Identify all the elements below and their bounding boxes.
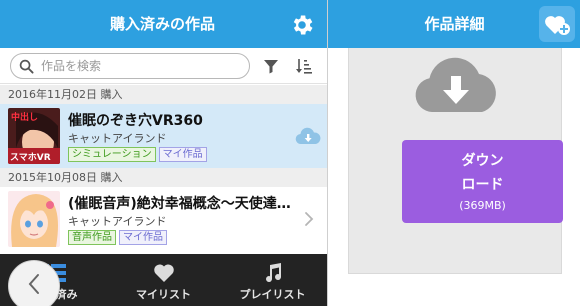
thumbnail-image: 中出し スマホVR <box>8 108 60 164</box>
list-item[interactable]: (催眠音声)絶対幸福概念～天使達… キャットアイランド 音声作品 マイ作品 <box>0 187 327 251</box>
download-size: (369MB) <box>459 199 506 212</box>
right-header: 作品詳細 <box>328 0 580 48</box>
genre-tag: シミュレーション <box>68 147 156 162</box>
heart-icon <box>154 264 174 282</box>
my-work-tag: マイ作品 <box>119 230 167 245</box>
item-author: キャットアイランド <box>68 132 167 145</box>
work-thumbnail <box>8 191 60 247</box>
item-author: キャットアイランド <box>68 215 167 228</box>
sort-icon[interactable] <box>295 57 313 75</box>
tab-playlist[interactable]: プレイリスト <box>218 254 327 306</box>
search-icon <box>19 59 34 74</box>
purchased-works-pane: 購入済みの作品 2016年11月02日 購入 <box>0 0 327 306</box>
my-work-tag: マイ作品 <box>158 147 207 162</box>
item-title: 催眠のぞき穴VR360 <box>68 113 203 129</box>
item-tags: シミュレーション マイ作品 <box>68 147 210 162</box>
thumbnail-image <box>8 191 60 247</box>
genre-tag: 音声作品 <box>68 230 116 245</box>
chevron-left-icon <box>28 274 39 294</box>
tab-label: マイリスト <box>136 288 191 301</box>
add-favorite-button[interactable] <box>539 6 575 42</box>
purchase-date-header: 2016年11月02日 購入 <box>0 85 327 104</box>
download-button[interactable]: ダウン ロード (369MB) <box>402 140 563 223</box>
svg-text:中出し: 中出し <box>11 111 38 123</box>
purchase-date-header: 2015年10月08日 購入 <box>0 168 327 187</box>
item-tags: 音声作品 マイ作品 <box>68 230 170 245</box>
tab-mylist[interactable]: マイリスト <box>109 254 218 306</box>
gear-icon[interactable] <box>289 12 315 38</box>
search-input[interactable] <box>41 56 241 76</box>
download-label-line1: ダウン <box>461 153 504 169</box>
left-header-title: 購入済みの作品 <box>109 15 215 33</box>
search-bar <box>0 48 327 84</box>
music-note-icon <box>266 263 282 283</box>
detail-panel: ダウン ロード (369MB) <box>348 48 563 274</box>
chevron-right-icon[interactable] <box>304 211 314 227</box>
cloud-download-icon <box>415 57 496 112</box>
heart-plus-icon <box>545 16 570 35</box>
search-box[interactable] <box>10 53 250 79</box>
download-label-line2: ロード <box>461 177 504 193</box>
tab-label: プレイリスト <box>239 288 306 301</box>
right-header-title: 作品詳細 <box>424 15 485 33</box>
item-title: (催眠音声)絶対幸福概念～天使達… <box>68 196 291 212</box>
work-thumbnail: 中出し スマホVR <box>8 108 60 164</box>
list-item[interactable]: 中出し スマホVR 催眠のぞき穴VR360 キャットアイランド シミュレーション… <box>0 104 327 168</box>
left-header: 購入済みの作品 <box>0 0 327 48</box>
cloud-download-icon[interactable] <box>295 126 321 146</box>
back-button[interactable] <box>8 260 60 306</box>
work-detail-pane: 作品詳細 ダウン ロード (369MB) <box>327 0 580 306</box>
svg-text:スマホVR: スマホVR <box>10 152 51 163</box>
filter-icon[interactable] <box>263 58 279 74</box>
